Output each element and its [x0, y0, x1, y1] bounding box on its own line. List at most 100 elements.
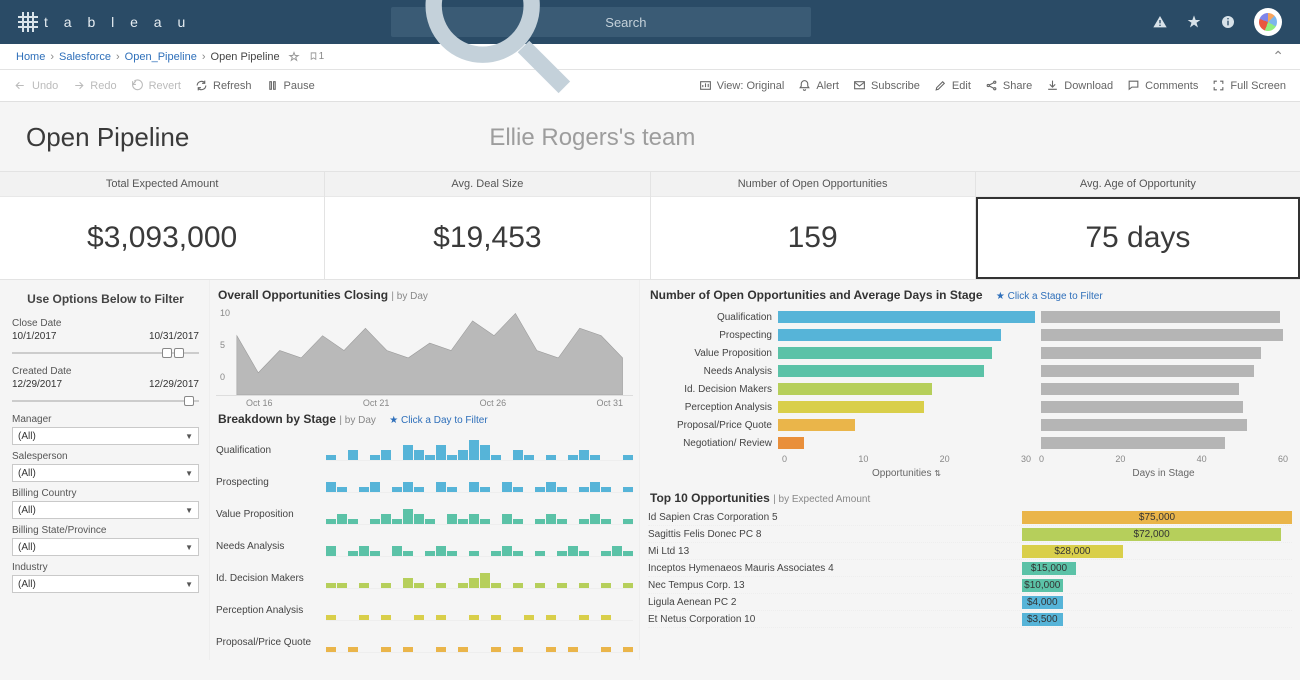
top10-row[interactable]: Sagittis Felis Donec PC 8 $72,000 — [648, 526, 1292, 543]
filter-heading: Use Options Below to Filter — [12, 286, 199, 312]
top10-row[interactable]: Nec Tempus Corp. 13 $10,000 — [648, 577, 1292, 594]
top10-row[interactable]: Inceptos Hymenaeos Mauris Associates 4 $… — [648, 560, 1292, 577]
topbar: t a b l e a u — [0, 0, 1300, 44]
tableau-logo[interactable]: t a b l e a u — [18, 12, 191, 32]
crumb-home[interactable]: Home — [16, 51, 45, 63]
alert-button[interactable]: Alert — [798, 79, 839, 92]
chevron-down-icon: ▼ — [185, 469, 193, 478]
hbar-title: Number of Open Opportunities and Average… — [648, 284, 1292, 306]
close-date-slider[interactable] — [12, 346, 199, 360]
hbar-row[interactable]: Id. Decision Makers — [648, 380, 1292, 398]
hbar-row[interactable]: Qualification — [648, 308, 1292, 326]
avatar[interactable] — [1254, 8, 1282, 36]
breakdown-row[interactable]: Qualification — [216, 434, 633, 466]
top10-row[interactable]: Id Sapien Cras Corporation 5 $75,000 — [648, 509, 1292, 526]
top10-panel: Top 10 Opportunities | by Expected Amoun… — [648, 487, 1292, 628]
breakdown-row[interactable]: Prospecting — [216, 466, 633, 498]
breakdown-row[interactable]: Perception Analysis — [216, 594, 633, 626]
filter-dropdown-3[interactable]: (All)▼ — [12, 538, 199, 556]
filter-dropdown-2[interactable]: (All)▼ — [12, 501, 199, 519]
search-input[interactable] — [605, 15, 801, 30]
top10-title: Top 10 Opportunities | by Expected Amoun… — [648, 487, 1292, 509]
area-x-axis: Oct 16Oct 21Oct 26Oct 31 — [216, 396, 633, 408]
breakdown-title: Breakdown by Stage | by Day Click a Day … — [216, 408, 633, 430]
dashboard-title-bar: Open Pipeline Ellie Rogers's team — [0, 102, 1300, 171]
lower-grid: Use Options Below to Filter Close Date 1… — [0, 280, 1300, 660]
share-button[interactable]: Share — [985, 79, 1032, 92]
area-chart-title: Overall Opportunities Closing | by Day — [216, 284, 633, 306]
filter-dropdown-0[interactable]: (All)▼ — [12, 427, 199, 445]
created-date-label: Created Date — [12, 366, 199, 377]
chevron-down-icon: ▼ — [185, 432, 193, 441]
hbar-axis: 0102030 0204060 — [648, 452, 1292, 466]
breakdown-row[interactable]: Value Proposition — [216, 498, 633, 530]
redo-button[interactable]: Redo — [72, 79, 116, 92]
download-button[interactable]: Download — [1046, 79, 1113, 92]
hbar-row[interactable]: Proposal/Price Quote — [648, 416, 1292, 434]
brand-text: t a b l e a u — [44, 14, 191, 30]
filter-label-3: Billing State/Province — [12, 525, 199, 536]
dashboard: Open Pipeline Ellie Rogers's team Total … — [0, 102, 1300, 660]
fullscreen-button[interactable]: Full Screen — [1212, 79, 1286, 92]
hbar-row[interactable]: Perception Analysis — [648, 398, 1292, 416]
top10-row[interactable]: Ligula Aenean PC 2 $4,000 — [648, 594, 1292, 611]
filter-label-2: Billing Country — [12, 488, 199, 499]
star-icon[interactable] — [1186, 14, 1202, 30]
breadcrumb: Home› Salesforce› Open_Pipeline› Open Pi… — [0, 44, 1300, 70]
filter-label-0: Manager — [12, 414, 199, 425]
kpi-total-expected[interactable]: Total Expected Amount$3,093,000 — [0, 172, 325, 279]
tableau-logo-icon — [18, 12, 38, 32]
area-chart[interactable]: 10 5 0 — [216, 306, 633, 396]
filter-panel: Use Options Below to Filter Close Date 1… — [0, 280, 210, 660]
kpi-avg-age[interactable]: Avg. Age of Opportunity75 days — [976, 172, 1300, 279]
hbar-chart[interactable]: Qualification Prospecting Value Proposit… — [648, 306, 1292, 452]
top10-row[interactable]: Et Netus Corporation 10 $3,500 — [648, 611, 1292, 628]
subscribe-button[interactable]: Subscribe — [853, 79, 920, 92]
right-column: Number of Open Opportunities and Average… — [640, 280, 1300, 660]
revert-button[interactable]: Revert — [131, 79, 181, 92]
breakdown-row[interactable]: Needs Analysis — [216, 530, 633, 562]
created-date-slider[interactable] — [12, 394, 199, 408]
search-icon — [401, 0, 597, 120]
avatar-icon — [1259, 13, 1277, 31]
area-chart-svg — [216, 306, 633, 395]
hbar-row[interactable]: Negotiation/ Review — [648, 434, 1292, 452]
filter-dropdown-4[interactable]: (All)▼ — [12, 575, 199, 593]
breakdown-row[interactable]: Id. Decision Makers — [216, 562, 633, 594]
alert-triangle-icon[interactable] — [1152, 14, 1168, 30]
kpi-avg-deal-size[interactable]: Avg. Deal Size$19,453 — [325, 172, 650, 279]
tag-icon — [308, 51, 319, 63]
star-outline-icon[interactable] — [288, 51, 300, 63]
view-button[interactable]: View: Original — [699, 79, 785, 92]
crumb-open-pipeline-wb[interactable]: Open_Pipeline — [125, 51, 197, 63]
filter-dropdown-1[interactable]: (All)▼ — [12, 464, 199, 482]
filter-label-1: Salesperson — [12, 451, 199, 462]
comments-button[interactable]: Comments — [1127, 79, 1198, 92]
collapse-icon[interactable]: ⌃ — [1272, 48, 1284, 65]
pause-button[interactable]: Pause — [266, 79, 315, 92]
middle-column: Overall Opportunities Closing | by Day 1… — [210, 280, 640, 660]
kpi-row: Total Expected Amount$3,093,000 Avg. Dea… — [0, 171, 1300, 280]
info-icon[interactable] — [1220, 14, 1236, 30]
refresh-button[interactable]: Refresh — [195, 79, 252, 92]
breakdown-chart[interactable]: QualificationProspectingValue Propositio… — [216, 430, 633, 658]
search-box[interactable] — [391, 7, 811, 37]
chevron-down-icon: ▼ — [185, 543, 193, 552]
crumb-salesforce[interactable]: Salesforce — [59, 51, 111, 63]
hbar-row[interactable]: Prospecting — [648, 326, 1292, 344]
undo-button[interactable]: Undo — [14, 79, 58, 92]
dashboard-subtitle: Ellie Rogers's team — [489, 124, 695, 152]
hbar-row[interactable]: Needs Analysis — [648, 362, 1292, 380]
edit-button[interactable]: Edit — [934, 79, 971, 92]
crumb-current: Open Pipeline — [211, 51, 280, 63]
chevron-down-icon: ▼ — [185, 506, 193, 515]
breakdown-row[interactable]: Proposal/Price Quote — [216, 626, 633, 658]
chevron-down-icon: ▼ — [185, 580, 193, 589]
views-count-badge: 1 — [308, 51, 325, 63]
close-date-label: Close Date — [12, 318, 199, 329]
kpi-open-opps[interactable]: Number of Open Opportunities159 — [651, 172, 976, 279]
top10-row[interactable]: Mi Ltd 13 $28,000 — [648, 543, 1292, 560]
filter-label-4: Industry — [12, 562, 199, 573]
dashboard-title: Open Pipeline — [26, 122, 189, 153]
hbar-row[interactable]: Value Proposition — [648, 344, 1292, 362]
